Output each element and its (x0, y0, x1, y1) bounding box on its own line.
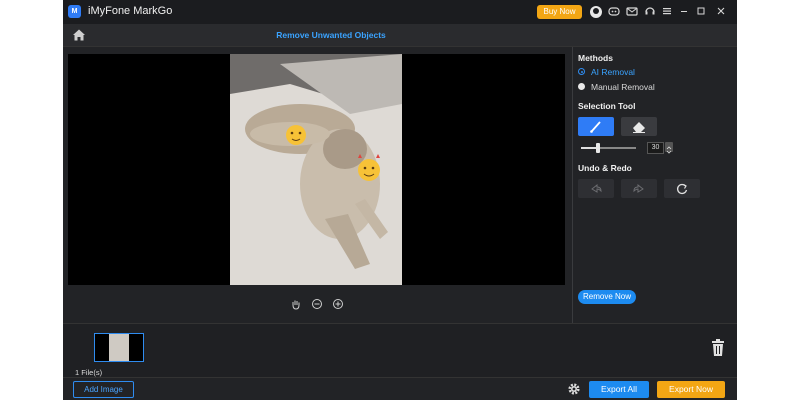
radio-label: Manual Removal (591, 82, 655, 92)
support-icon[interactable] (643, 5, 657, 19)
remove-now-button[interactable]: Remove Now (578, 290, 636, 304)
image-thumbnail[interactable] (94, 333, 144, 362)
reset-button[interactable] (664, 179, 700, 198)
tools-panel: Methods AI Removal Manual Removal Select… (572, 47, 737, 323)
undo-icon (591, 183, 602, 193)
footer-bar: Add Image Export All Export Now (63, 377, 737, 400)
brush-size-stepper[interactable] (665, 142, 673, 154)
radio-label: AI Removal (591, 67, 635, 77)
gear-icon[interactable] (567, 382, 581, 396)
brush-button[interactable] (578, 117, 614, 136)
export-all-button[interactable]: Export All (589, 381, 649, 398)
methods-title: Methods (578, 53, 613, 63)
trash-icon[interactable] (711, 339, 725, 357)
user-icon[interactable] (590, 6, 602, 18)
add-image-button[interactable]: Add Image (73, 381, 134, 398)
slider-thumb[interactable] (595, 143, 600, 153)
eraser-icon (633, 122, 645, 133)
title-bar: M iMyFone MarkGo Buy Now (63, 0, 737, 24)
brush-icon (590, 121, 601, 133)
app-window: M iMyFone MarkGo Buy Now Remove Unwanted… (63, 0, 737, 400)
radio-unselected-icon (578, 83, 585, 90)
zoom-out-icon[interactable] (311, 298, 323, 310)
redo-icon (633, 183, 644, 193)
maximize-icon[interactable] (694, 5, 708, 19)
mail-icon[interactable] (625, 5, 639, 19)
reset-icon (677, 183, 688, 195)
undo-redo-title: Undo & Redo (578, 163, 632, 173)
undo-button[interactable] (578, 179, 614, 198)
discord-icon[interactable] (607, 5, 621, 19)
image-canvas[interactable] (68, 54, 565, 285)
eraser-button[interactable] (621, 117, 657, 136)
app-logo: M (68, 5, 81, 18)
app-title: iMyFone MarkGo (88, 5, 173, 17)
export-now-button[interactable]: Export Now (657, 381, 725, 398)
hand-icon[interactable] (290, 298, 302, 310)
file-strip: 1 File(s) (63, 323, 737, 378)
file-count: 1 File(s) (75, 368, 103, 377)
radio-selected-icon (578, 68, 585, 75)
minimize-icon[interactable] (677, 5, 691, 19)
buy-now-button[interactable]: Buy Now (537, 5, 582, 19)
zoom-in-icon[interactable] (332, 298, 344, 310)
thumbnail-image (109, 334, 129, 361)
selection-tool-title: Selection Tool (578, 101, 636, 111)
cat-photo[interactable] (230, 54, 402, 285)
page-title: Remove Unwanted Objects (276, 30, 386, 40)
close-icon[interactable] (714, 5, 728, 19)
menu-icon[interactable] (660, 5, 674, 19)
page-header: Remove Unwanted Objects (63, 24, 737, 47)
brush-size-input[interactable]: 30 (647, 142, 664, 154)
redo-button[interactable] (621, 179, 657, 198)
brush-size-slider[interactable] (581, 143, 636, 153)
